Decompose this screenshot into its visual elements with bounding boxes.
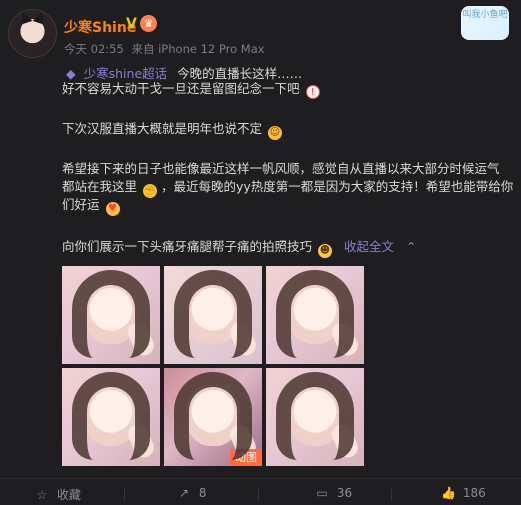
crown-icon: ♛ <box>140 15 157 32</box>
thumb-up-icon: 👍 <box>441 486 456 500</box>
like-count: 186 <box>462 486 486 500</box>
smile-emoji-icon: ☺ <box>268 126 282 140</box>
share-icon: ↗ <box>178 486 190 500</box>
post-line-1: 好不容易大动干戈一旦还是留图纪念一下吧 ! <box>62 80 320 99</box>
photo-2[interactable] <box>164 266 262 364</box>
favorite-button[interactable]: ☆ 收藏 <box>35 486 81 503</box>
favorite-label: 收藏 <box>56 488 81 502</box>
kiss-emoji-icon: ♥ <box>105 202 120 216</box>
fan-sticker: 叫我小鱼吧 <box>461 6 509 40</box>
comment-count: 36 <box>336 486 353 500</box>
like-button[interactable]: 👍 186 <box>441 486 486 500</box>
photo-4[interactable] <box>62 368 160 466</box>
gif-badge: 动图 <box>230 449 262 466</box>
photo-6[interactable] <box>266 368 364 466</box>
post-line-6-text: 向你们展示一下头痛牙痛腿帮子痛的拍照技巧 <box>62 239 313 254</box>
post-line-1-text: 好不容易大动干戈一旦还是留图纪念一下吧 <box>62 81 300 96</box>
hand-icon <box>124 421 158 461</box>
diamond-icon: ◆ <box>66 66 76 81</box>
photo-1[interactable] <box>62 266 160 364</box>
hand-icon <box>226 319 260 359</box>
topic-tag[interactable]: 少寒shine超话 <box>84 66 168 81</box>
post-meta: 今天 02:55 来自 iPhone 12 Pro Max <box>64 41 269 57</box>
chevron-up-icon[interactable]: ⌃ <box>406 239 416 254</box>
post-line-2: 下次汉服直播大概就是明年也说不定 ☺ <box>62 120 282 140</box>
laugh-emoji-icon: ☻ <box>318 244 332 258</box>
post-time: 今天 02:55 <box>64 42 124 56</box>
photo-5-gif[interactable]: 动图 <box>164 368 262 466</box>
collapse-link[interactable]: 收起全文 <box>344 239 394 254</box>
post-line-5-text: 们好运 <box>62 197 100 212</box>
hand-icon <box>328 319 362 359</box>
star-icon: ☆ <box>36 488 48 502</box>
fist-emoji-icon: ✊ <box>143 184 157 198</box>
footer-divider <box>0 478 521 479</box>
repost-button[interactable]: ↗ 8 <box>177 486 207 500</box>
hand-icon <box>124 319 158 359</box>
photo-3[interactable] <box>266 266 364 364</box>
comment-button[interactable]: ▭ 36 <box>315 486 352 500</box>
action-separator <box>124 487 125 501</box>
action-separator <box>391 487 392 501</box>
post-line-4b-text: ，最近每晚的yy热度第一都是因为大家的支持！希望也能带给你 <box>160 179 514 194</box>
action-separator <box>258 487 259 501</box>
topic-text: 今晚的直播长这样…… <box>177 66 303 81</box>
avatar[interactable] <box>8 9 57 58</box>
post-line-4: 都站在我这里 ✊ ，最近每晚的yy热度第一都是因为大家的支持！希望也能带给你 <box>62 178 513 198</box>
verified-badge: V <box>126 16 137 32</box>
repost-count: 8 <box>198 486 207 500</box>
post-line-2-text: 下次汉服直播大概就是明年也说不定 <box>62 121 263 136</box>
photo-grid: 动图 <box>62 266 365 466</box>
post-line-4a-text: 都站在我这里 <box>62 179 138 194</box>
comment-icon: ▭ <box>316 486 328 500</box>
post-line-5: 们好运 ♥ <box>62 196 120 216</box>
post-line-3: 希望接下来的日子也能像最近这样一帆风顺，感觉自从直播以来大部分时候运气 <box>62 161 500 176</box>
hand-icon <box>328 421 362 461</box>
post-source: 来自 iPhone 12 Pro Max <box>131 42 265 56</box>
shocked-emoji-icon: ! <box>305 85 320 99</box>
post-line-6: 向你们展示一下头痛牙痛腿帮子痛的拍照技巧 ☻ 收起全文 ⌃ <box>62 238 416 258</box>
